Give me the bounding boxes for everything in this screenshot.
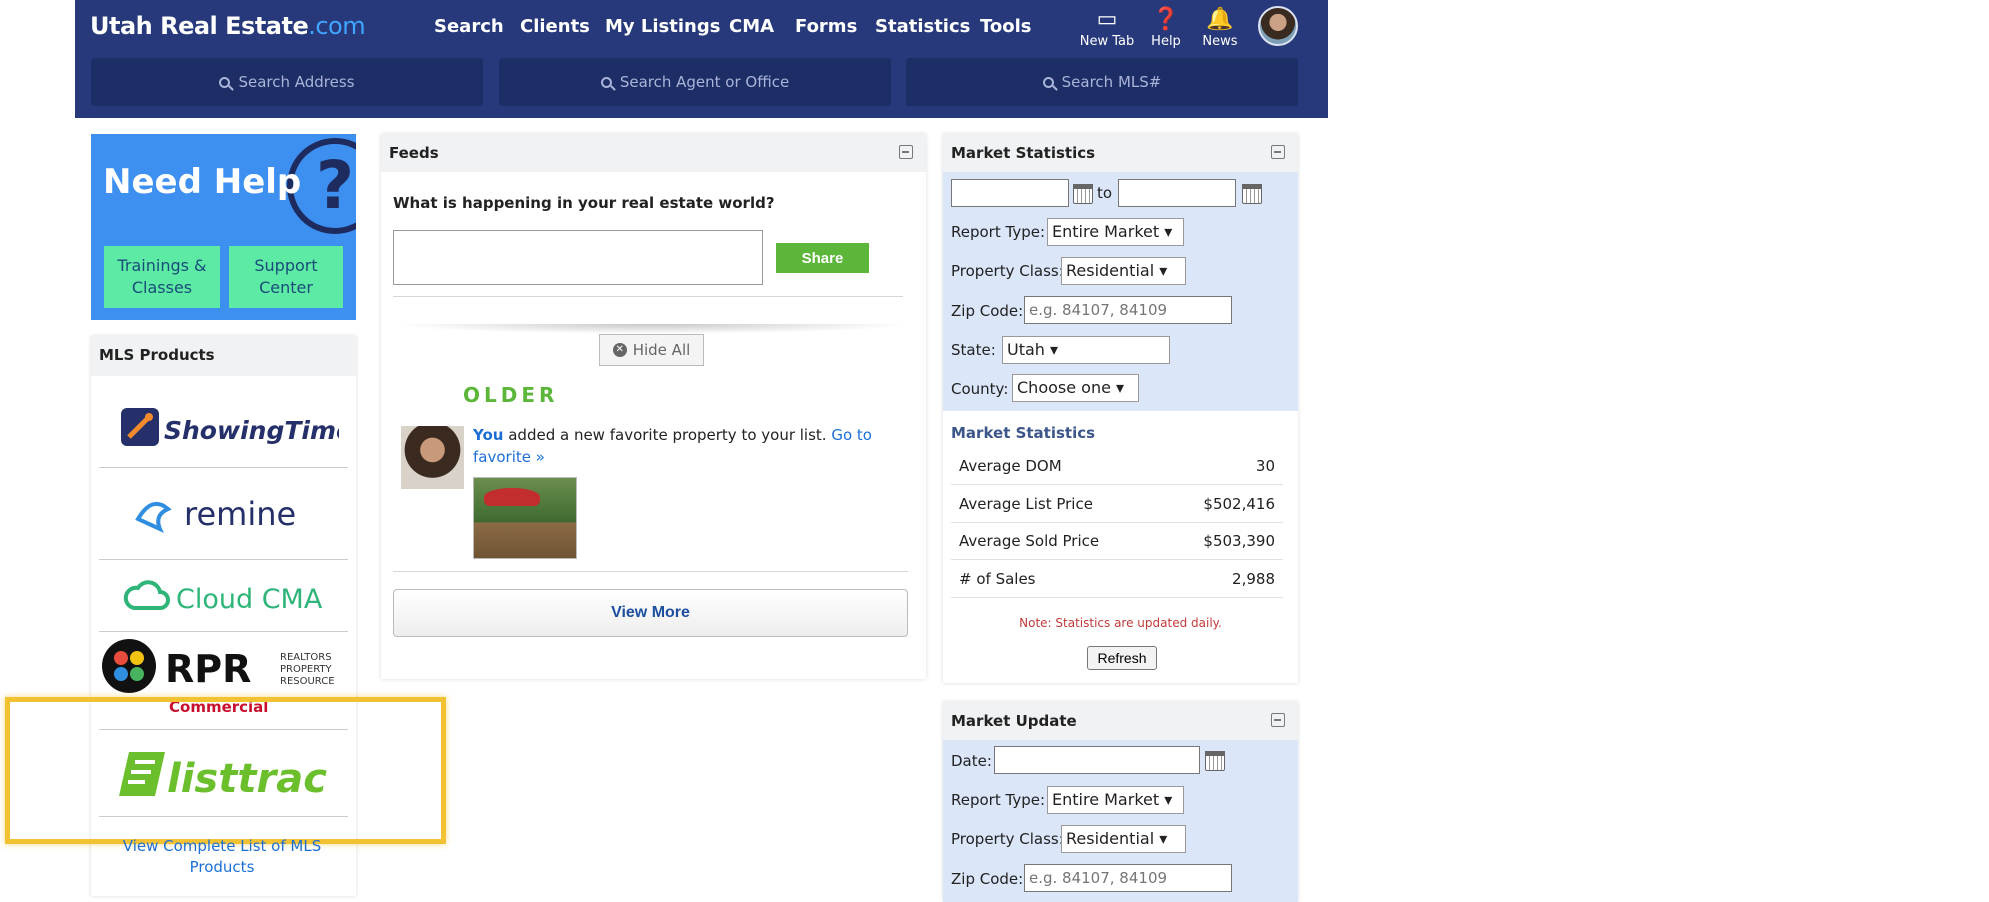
feeds-post-textarea[interactable]: [393, 230, 763, 285]
trainings-button[interactable]: Trainings & Classes: [104, 246, 220, 308]
nav-tools[interactable]: Tools: [980, 16, 1032, 37]
share-button[interactable]: Share: [776, 243, 869, 273]
statistics-note: Note: Statistics are updated daily.: [1019, 616, 1222, 630]
feeds-question: What is happening in your real estate wo…: [393, 194, 775, 212]
zip-code-input[interactable]: [1024, 864, 1232, 892]
zip-code-input[interactable]: [1024, 296, 1232, 324]
divider: [393, 571, 908, 572]
nav-my-listings[interactable]: My Listings: [605, 16, 720, 37]
collapse-icon[interactable]: [1271, 713, 1285, 727]
feeds-panel: Feeds What is happening in your real est…: [381, 134, 926, 679]
feed-user-avatar: [401, 426, 464, 489]
top-header: Utah Real Estate.com Search Clients My L…: [75, 0, 1328, 118]
view-complete-list-link[interactable]: View Complete List of MLS Products: [122, 836, 322, 878]
property-class-select[interactable]: Residential ▾: [1061, 825, 1186, 853]
svg-text:RESOURCE: RESOURCE: [280, 676, 335, 687]
refresh-button[interactable]: Refresh: [1087, 646, 1157, 670]
report-type-select[interactable]: Entire Market ▾: [1047, 786, 1184, 814]
feed-user-name[interactable]: You: [473, 426, 503, 444]
svg-text:remine: remine: [184, 495, 296, 533]
showingtime-logo[interactable]: ShowingTime: [99, 382, 348, 468]
search-address-input[interactable]: Search Address: [91, 58, 483, 106]
collapse-icon[interactable]: [1271, 145, 1285, 159]
market-statistics-title: Market Statistics: [943, 134, 1298, 172]
help-icon: ❓: [1152, 7, 1180, 32]
highlight-box: [5, 697, 446, 844]
state-select[interactable]: Utah ▾: [1002, 336, 1170, 364]
search-agent-input[interactable]: Search Agent or Office: [499, 58, 891, 106]
nav-search[interactable]: Search: [434, 16, 504, 37]
need-help-title: Need Help: [103, 162, 302, 202]
calendar-icon[interactable]: [1073, 184, 1093, 204]
svg-text:RPR: RPR: [165, 647, 251, 691]
news-button[interactable]: 🔔 News: [1192, 6, 1248, 49]
cloud-cma-logo-graphic: Cloud CMA: [123, 579, 323, 615]
end-date-input[interactable]: [1118, 179, 1236, 207]
county-select[interactable]: Choose one ▾: [1012, 374, 1139, 402]
svg-text:ShowingTime: ShowingTime: [164, 416, 339, 445]
stat-row: # of Sales 2,988: [951, 561, 1283, 598]
svg-text:Cloud CMA: Cloud CMA: [176, 584, 323, 615]
remine-logo[interactable]: remine: [99, 470, 348, 560]
calendar-icon[interactable]: [1242, 184, 1262, 204]
bell-icon: 🔔: [1206, 7, 1234, 32]
stat-row: Average List Price $502,416: [951, 486, 1283, 523]
feed-item-text: You added a new favorite property to you…: [473, 426, 872, 466]
calendar-icon[interactable]: [1205, 751, 1225, 771]
need-help-panel: ? Need Help Trainings & Classes Support …: [91, 134, 356, 320]
stat-row: Average Sold Price $503,390: [951, 523, 1283, 560]
cloud-cma-logo[interactable]: Cloud CMA: [99, 562, 348, 632]
start-date-input[interactable]: [951, 179, 1069, 207]
report-type-select[interactable]: Entire Market ▾: [1047, 218, 1184, 246]
nav-clients[interactable]: Clients: [520, 16, 590, 37]
search-mls-input[interactable]: Search MLS#: [906, 58, 1298, 106]
market-statistics-panel: Market Statistics to Report Type: Entire…: [943, 134, 1298, 683]
search-icon: [1042, 76, 1054, 88]
avatar[interactable]: [1258, 6, 1298, 46]
property-class-select[interactable]: Residential ▾: [1061, 257, 1186, 285]
nav-cma[interactable]: CMA: [729, 16, 774, 37]
svg-text:PROPERTY: PROPERTY: [280, 664, 333, 675]
feeds-title: Feeds: [381, 134, 926, 172]
showingtime-logo-graphic: ShowingTime: [120, 407, 339, 446]
support-center-button[interactable]: Support Center: [229, 246, 343, 308]
new-tab-icon: ▭: [1096, 7, 1118, 32]
help-button[interactable]: ❓ Help: [1138, 6, 1194, 49]
nav-statistics[interactable]: Statistics: [875, 16, 970, 37]
market-update-panel: Market Update Date: Report Type: Entire …: [943, 702, 1298, 902]
site-logo[interactable]: Utah Real Estate.com: [90, 12, 366, 40]
market-update-title: Market Update: [943, 702, 1298, 740]
divider: [393, 324, 913, 334]
collapse-icon[interactable]: [899, 145, 913, 159]
older-heading: OLDER: [463, 383, 559, 407]
market-statistics-subtitle: Market Statistics: [951, 424, 1096, 442]
stat-row: Average DOM 30: [951, 448, 1283, 485]
view-more-button[interactable]: View More: [393, 589, 908, 637]
property-thumbnail[interactable]: [473, 477, 577, 559]
search-icon: [219, 76, 231, 88]
new-tab-button[interactable]: ▭ New Tab: [1079, 6, 1135, 49]
divider: [393, 296, 903, 297]
remine-logo-graphic: remine: [134, 495, 296, 533]
nav-forms[interactable]: Forms: [795, 16, 857, 37]
svg-text:REALTORS: REALTORS: [280, 652, 332, 663]
close-circle-icon: ✕: [612, 343, 627, 357]
search-icon: [600, 76, 612, 88]
hide-all-button[interactable]: ✕ Hide All: [599, 334, 704, 366]
date-input[interactable]: [994, 746, 1200, 774]
mls-products-title: MLS Products: [91, 336, 356, 376]
